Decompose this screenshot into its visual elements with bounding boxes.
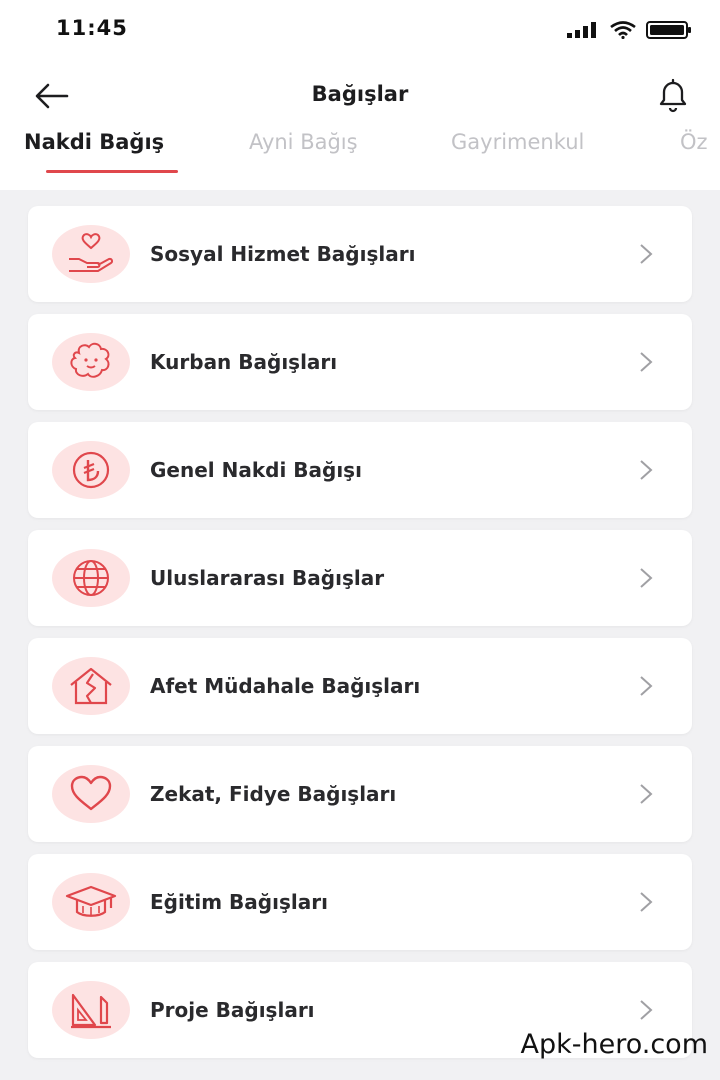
tab-oz[interactable]: Öz bbox=[680, 130, 708, 180]
page-title: Bağışlar bbox=[311, 82, 409, 106]
item-label: Proje Bağışları bbox=[150, 998, 315, 1022]
chevron-right-icon bbox=[634, 674, 658, 698]
item-label: Genel Nakdi Bağışı bbox=[150, 458, 362, 482]
graduation-cap-icon bbox=[65, 885, 117, 917]
item-label: Afet Müdahale Bağışları bbox=[150, 674, 421, 698]
header: Bağışlar Nakdi Bağış Ayni Bağış Gayrimen… bbox=[0, 62, 720, 190]
chevron-right-icon bbox=[634, 890, 658, 914]
item-label: Eğitim Bağışları bbox=[150, 890, 328, 914]
item-label: Zekat, Fidye Bağışları bbox=[150, 782, 397, 806]
list-item-zekat-fidye[interactable]: Zekat, Fidye Bağışları bbox=[28, 746, 692, 842]
chevron-right-icon bbox=[634, 566, 658, 590]
notifications-button[interactable] bbox=[650, 72, 696, 118]
list-item-egitim[interactable]: Eğitim Bağışları bbox=[28, 854, 692, 950]
active-tab-indicator bbox=[46, 170, 178, 173]
heart-icon bbox=[70, 775, 112, 811]
wifi-icon bbox=[610, 21, 636, 39]
hand-heart-icon bbox=[69, 233, 114, 272]
item-label: Sosyal Hizmet Bağışları bbox=[150, 242, 416, 266]
lira-icon bbox=[72, 451, 110, 489]
list-item-genel-nakdi[interactable]: Genel Nakdi Bağışı bbox=[28, 422, 692, 518]
cracked-house-icon bbox=[70, 667, 112, 705]
chevron-right-icon bbox=[634, 998, 658, 1022]
chevron-right-icon bbox=[634, 782, 658, 806]
tab-bar: Nakdi Bağış Ayni Bağış Gayrimenkul Öz bbox=[0, 128, 720, 190]
drafting-tools-icon bbox=[71, 993, 111, 1029]
tab-gayrimenkul[interactable]: Gayrimenkul bbox=[451, 130, 584, 180]
chevron-right-icon bbox=[634, 242, 658, 266]
list-item-kurban[interactable]: Kurban Bağışları bbox=[28, 314, 692, 410]
tab-ayni-bagis[interactable]: Ayni Bağış bbox=[249, 130, 358, 180]
item-label: Kurban Bağışları bbox=[150, 350, 338, 374]
chevron-right-icon bbox=[634, 458, 658, 482]
signal-icon bbox=[567, 22, 596, 38]
list-item-sosyal-hizmet[interactable]: Sosyal Hizmet Bağışları bbox=[28, 206, 692, 302]
status-icons bbox=[566, 20, 692, 40]
battery-icon bbox=[646, 21, 691, 39]
sheep-icon bbox=[70, 342, 110, 378]
bell-icon bbox=[659, 78, 687, 113]
item-label: Uluslararası Bağışlar bbox=[150, 566, 385, 590]
watermark: Apk-hero.com bbox=[520, 1029, 708, 1060]
status-bar: 11:45 bbox=[0, 0, 720, 62]
list-item-uluslararasi[interactable]: Uluslararası Bağışlar bbox=[28, 530, 692, 626]
status-time: 11:45 bbox=[56, 16, 128, 40]
globe-icon bbox=[73, 560, 109, 596]
list-item-afet-mudahale[interactable]: Afet Müdahale Bağışları bbox=[28, 638, 692, 734]
chevron-right-icon bbox=[634, 350, 658, 374]
